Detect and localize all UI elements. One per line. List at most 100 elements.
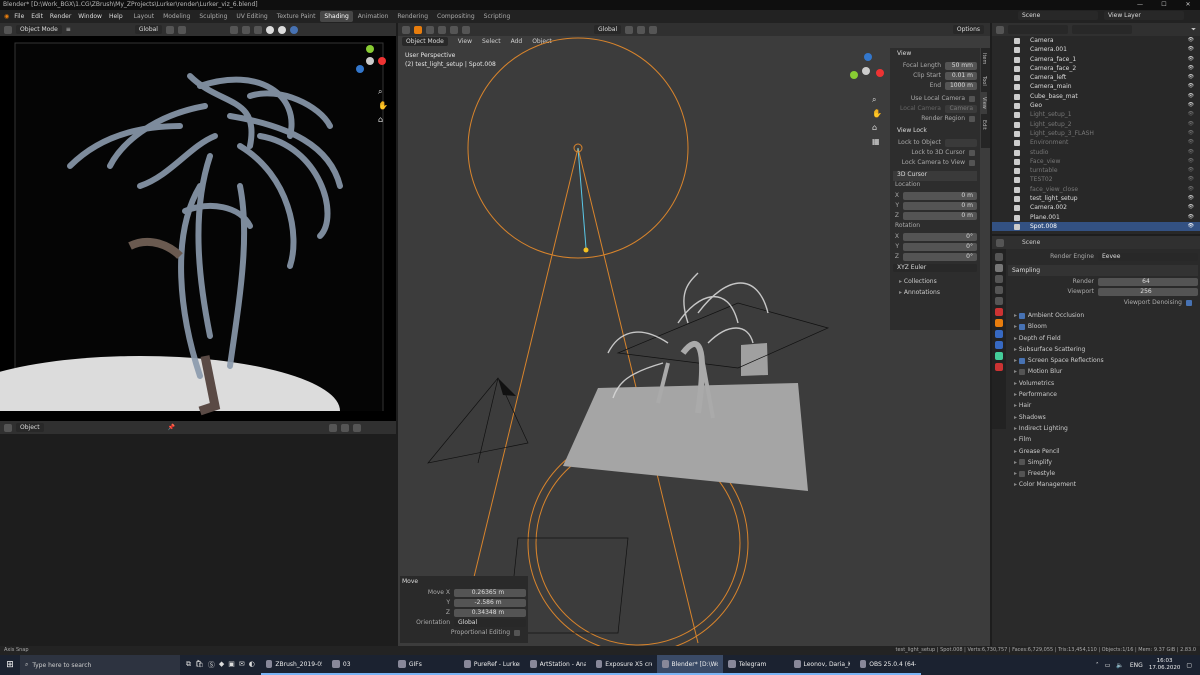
visibility-eye-icon[interactable]: 👁	[1188, 45, 1194, 54]
taskbar-app-button[interactable]: OBS 25.0.4 (64-bi...	[854, 655, 921, 675]
collection-exclude-checkbox[interactable]	[1014, 121, 1020, 128]
outliner-item[interactable]: Camera_left 👁	[992, 73, 1200, 82]
taskbar-app-button[interactable]: Exposure X5 crea...	[590, 655, 657, 675]
tab-edit[interactable]: Edit	[981, 114, 987, 136]
shader-object-dropdown[interactable]: Object	[16, 423, 44, 432]
visibility-eye-icon[interactable]: 👁	[1188, 213, 1194, 222]
volume-icon[interactable]: 🔈	[1116, 662, 1123, 669]
tab-layout[interactable]: Layout	[130, 11, 158, 22]
render-section-depth-of-field[interactable]: Depth of Field	[1008, 333, 1198, 344]
skype-icon[interactable]: Ⓢ	[208, 660, 215, 670]
visibility-eye-icon[interactable]: 👁	[1188, 82, 1194, 91]
visibility-eye-icon[interactable]: 👁	[1188, 129, 1194, 138]
scene-selector[interactable]: Scene	[1018, 11, 1098, 20]
visibility-eye-icon[interactable]: 👁	[1188, 110, 1194, 119]
language-indicator[interactable]: ENG	[1130, 662, 1143, 669]
visibility-eye-icon[interactable]: 👁	[1188, 64, 1194, 73]
task-view-icon[interactable]: ⧉	[186, 660, 191, 670]
snap-toggle-icon[interactable]	[329, 423, 338, 432]
taskbar-app-button[interactable]: ZBrush_2019-05-...	[260, 655, 327, 675]
collection-exclude-checkbox[interactable]	[1014, 47, 1020, 54]
collection-exclude-checkbox[interactable]	[1014, 140, 1020, 147]
pinned-app-icon-2[interactable]: ▣	[228, 660, 235, 670]
shading-material-icon[interactable]	[277, 25, 286, 34]
rotation-mode-dropdown[interactable]: XYZ Euler	[893, 263, 977, 272]
outliner-item[interactable]: Cube_base_mat 👁	[992, 92, 1200, 101]
section-enable-checkbox[interactable]	[1018, 368, 1025, 375]
visibility-eye-icon[interactable]: 👁	[1188, 92, 1194, 101]
outliner-item[interactable]: Camera.001 👁	[992, 45, 1200, 54]
outliner-item[interactable]: Face_view 👁	[992, 157, 1200, 166]
shading-rendered-icon[interactable]	[289, 25, 298, 34]
collection-exclude-checkbox[interactable]	[1014, 38, 1020, 44]
proportional-editing-checkbox[interactable]	[514, 629, 520, 636]
section-enable-checkbox[interactable]	[1018, 459, 1025, 466]
outliner-item[interactable]: studio 👁	[992, 148, 1200, 157]
use-local-camera-checkbox[interactable]	[969, 95, 975, 102]
clip-start-field[interactable]: 0.01 m	[945, 71, 977, 80]
move-y-field[interactable]: -2.586 m	[454, 598, 526, 607]
menu-edit[interactable]: Edit	[31, 13, 43, 20]
outliner-item[interactable]: Camera.002 👁	[992, 203, 1200, 212]
world-tab-icon[interactable]	[995, 308, 1003, 316]
sampling-section[interactable]: Sampling	[1008, 265, 1198, 276]
viewport-denoising-checkbox[interactable]	[1186, 299, 1192, 306]
view-section-header[interactable]: View	[893, 50, 977, 60]
section-enable-checkbox[interactable]	[1018, 470, 1025, 477]
collection-exclude-checkbox[interactable]	[1014, 103, 1020, 110]
taskbar-app-button[interactable]: ArtStation - Anal...	[524, 655, 591, 675]
render-section-motion-blur[interactable]: Motion Blur	[1008, 366, 1198, 377]
left-orientation-dropdown[interactable]: Global	[134, 25, 162, 34]
visibility-eye-icon[interactable]: 👁	[1188, 222, 1194, 231]
local-camera-field[interactable]: Camera	[945, 104, 977, 113]
outliner-item[interactable]: Camera 👁	[992, 36, 1200, 45]
outliner-item[interactable]: Camera_face_1 👁	[992, 55, 1200, 64]
outliner-item[interactable]: test_light_setup 👁	[992, 194, 1200, 203]
lock-camera-view-checkbox[interactable]	[969, 159, 975, 166]
section-enable-checkbox[interactable]	[1018, 312, 1025, 319]
outliner-display-mode[interactable]	[1008, 25, 1068, 34]
clock[interactable]: 16:03 17.06.2020	[1149, 658, 1181, 672]
render-samples-field[interactable]: 64	[1098, 277, 1198, 286]
visibility-eye-icon[interactable]: 👁	[1188, 175, 1194, 184]
main-3d-viewport[interactable]: Global Options Object Mode View Select A…	[398, 23, 990, 646]
outliner-item[interactable]: face_view_close 👁	[992, 185, 1200, 194]
tool-tab-icon[interactable]	[995, 253, 1003, 261]
orientation-dropdown[interactable]: Global	[454, 618, 526, 627]
windows-start-icon[interactable]: ⊞	[0, 660, 20, 670]
collection-exclude-checkbox[interactable]	[1014, 56, 1020, 63]
collection-exclude-checkbox[interactable]	[1014, 223, 1020, 230]
tab-shading[interactable]: Shading	[320, 11, 353, 22]
main-zoom-icon[interactable]: ⌕	[872, 93, 882, 107]
notifications-icon[interactable]: ▢	[1186, 662, 1192, 669]
view-layer-selector[interactable]: View Layer	[1104, 11, 1184, 20]
outliner-item[interactable]: Light_setup_3_FLASH 👁	[992, 129, 1200, 138]
loc-y-field[interactable]: 0 m	[903, 201, 977, 210]
proportional-icon[interactable]	[177, 25, 186, 34]
outliner-item[interactable]: Light_setup_2 👁	[992, 120, 1200, 129]
collections-section[interactable]: Collections	[893, 276, 977, 287]
render-engine-dropdown[interactable]: Eevee	[1098, 252, 1198, 261]
outliner-item[interactable]: Light_setup_1 👁	[992, 110, 1200, 119]
lock-to-object-field[interactable]	[945, 138, 977, 147]
hamburger-icon[interactable]: ≡	[66, 26, 71, 33]
collection-exclude-checkbox[interactable]	[1014, 214, 1020, 221]
render-section-hair[interactable]: Hair	[1008, 400, 1198, 411]
xray-icon[interactable]	[253, 25, 262, 34]
visibility-eye-icon[interactable]: 👁	[1188, 55, 1194, 64]
collection-exclude-checkbox[interactable]	[1014, 130, 1020, 137]
collection-exclude-checkbox[interactable]	[1014, 168, 1020, 175]
properties-type-icon[interactable]	[996, 238, 1004, 247]
tab-rendering[interactable]: Rendering	[393, 11, 432, 22]
render-section-indirect-lighting[interactable]: Indirect Lighting	[1008, 423, 1198, 434]
collection-exclude-checkbox[interactable]	[1014, 65, 1020, 72]
outliner-search-input[interactable]	[1072, 25, 1132, 34]
output-tab-icon[interactable]	[995, 275, 1003, 283]
main-grid-icon[interactable]: ▦	[872, 135, 882, 149]
nav-gizmo-left[interactable]	[352, 43, 388, 81]
visibility-eye-icon[interactable]: 👁	[1188, 157, 1194, 166]
minimize-button[interactable]: —	[1128, 0, 1152, 10]
visibility-eye-icon[interactable]: 👁	[1188, 120, 1194, 129]
data-tab-icon[interactable]	[995, 352, 1003, 360]
collection-exclude-checkbox[interactable]	[1014, 205, 1020, 212]
